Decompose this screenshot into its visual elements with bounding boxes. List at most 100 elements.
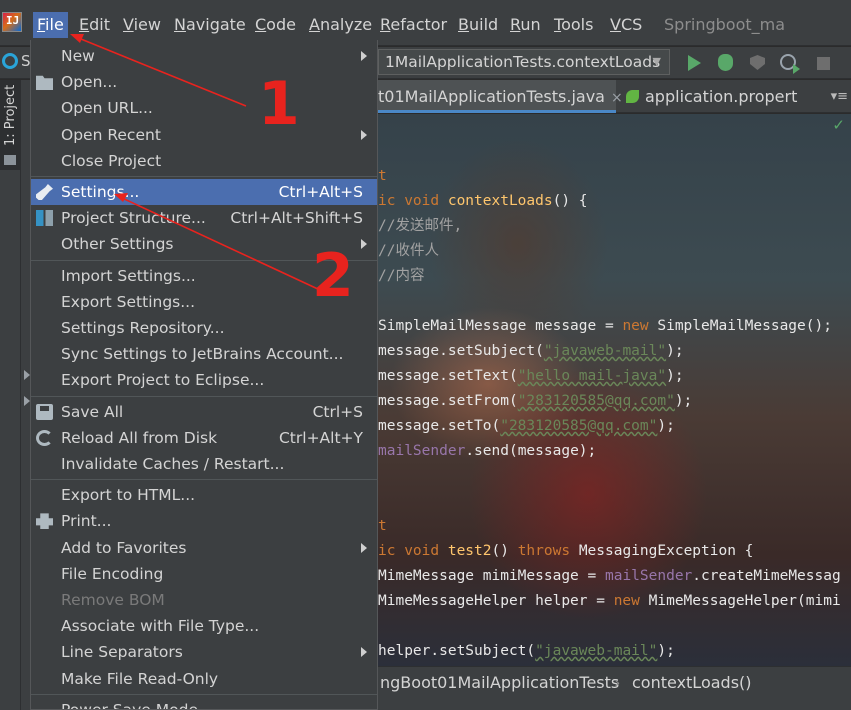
menu-item-label: File Encoding	[61, 564, 164, 583]
profiler-icon[interactable]	[780, 54, 800, 74]
code-token: () {	[552, 193, 588, 209]
file-menu-item-export-settings[interactable]: Export Settings...	[31, 289, 377, 315]
menu-separator	[31, 693, 377, 695]
submenu-arrow-icon	[361, 129, 367, 140]
breadcrumb-class[interactable]: ngBoot01MailApplicationTests	[380, 667, 619, 699]
menu-refactor[interactable]: Refactor	[376, 12, 451, 38]
menu-navigate[interactable]: Navigate	[170, 12, 250, 38]
code-token: SimpleMailMessage();	[657, 318, 832, 334]
code-token: t	[378, 168, 387, 184]
code-editor[interactable]: ✓ t ic void contextLoads() {//发送邮件, //收件人 /…	[378, 114, 851, 666]
menu-vcs[interactable]: VCS	[606, 12, 646, 38]
file-menu-item-print[interactable]: Print...	[31, 508, 377, 534]
menu-item-label: Reload All from Disk	[61, 428, 218, 447]
code-token: ic void	[378, 543, 448, 559]
code-line: MimeMessageHelper helper = new MimeMessa…	[378, 589, 841, 614]
menu-separator	[31, 176, 377, 177]
tab-mail-application-tests[interactable]: t01MailApplicationTests.java ×	[378, 80, 623, 113]
file-menu-item-open[interactable]: Open...	[31, 69, 377, 95]
code-token: SimpleMailMessage message =	[378, 318, 623, 334]
close-icon[interactable]: ×	[611, 90, 623, 106]
file-menu-item-close-project[interactable]: Close Project	[31, 148, 377, 174]
menu-item-label: Invalidate Caches / Restart...	[61, 455, 285, 473]
file-menu-item-export-project-to-eclipse[interactable]: Export Project to Eclipse...	[31, 367, 377, 393]
file-menu-item-other-settings[interactable]: Other Settings	[31, 231, 377, 257]
project-tab-label: 1: Project	[3, 84, 18, 146]
file-menu-item-make-file-read-only[interactable]: Make File Read-Only	[31, 666, 377, 692]
code-token: );	[666, 343, 684, 359]
code-token: //发送邮件,	[378, 218, 463, 234]
file-menu-item-new[interactable]: New	[31, 43, 377, 69]
menu-item-label: Project Structure...	[61, 209, 206, 228]
code-line: //发送邮件,	[378, 214, 462, 239]
code-token: "hello mail-java"	[517, 368, 667, 384]
menu-item-label: Open Recent	[61, 125, 161, 144]
window-title: Springboot_ma	[664, 15, 786, 34]
menu-item-label: Sync Settings to JetBrains Account...	[61, 345, 344, 364]
file-menu-item-power-save-mode[interactable]: Power Save Mode	[31, 697, 377, 710]
code-token: t	[378, 518, 387, 534]
code-token: message.setTo(	[378, 418, 501, 434]
file-menu-item-line-separators[interactable]: Line Separators	[31, 639, 377, 665]
menu-separator	[31, 259, 377, 261]
menu-view[interactable]: View	[119, 12, 165, 38]
menu-tools[interactable]: Tools	[550, 12, 597, 38]
file-menu-item-import-settings[interactable]: Import Settings...	[31, 263, 377, 289]
file-menu-item-reload-all-from-disk[interactable]: Reload All from Disk Ctrl+Alt+Y	[31, 425, 377, 451]
code-token: );	[657, 418, 675, 434]
code-token: "javaweb-mail"	[535, 643, 658, 659]
run-configuration-select[interactable]: 1MailApplicationTests.contextLoads ▼	[378, 49, 670, 75]
reload-icon	[36, 429, 53, 446]
file-menu-item-add-to-favorites[interactable]: Add to Favorites	[31, 535, 377, 561]
code-token: message.setFrom(	[378, 393, 518, 409]
breadcrumb-separator: ›	[614, 673, 621, 692]
coverage-icon[interactable]	[750, 55, 765, 70]
run-play-icon[interactable]	[688, 55, 701, 71]
code-line: message.setText("hello mail-java");	[378, 364, 684, 389]
file-menu-item-export-to-html[interactable]: Export to HTML...	[31, 482, 377, 508]
menu-item-label: Export to HTML...	[61, 486, 196, 505]
file-menu-item-open-url[interactable]: Open URL...	[31, 95, 377, 121]
menu-separator	[31, 479, 377, 481]
file-menu-item-associate-with-file-type[interactable]: Associate with File Type...	[31, 613, 377, 639]
code-token: throws	[517, 543, 579, 559]
code-token: );	[666, 368, 684, 384]
menu-run[interactable]: Run	[506, 12, 545, 38]
stop-icon[interactable]	[817, 57, 830, 70]
file-menu-item-project-structure[interactable]: Project Structure... Ctrl+Alt+Shift+S	[31, 205, 377, 231]
menu-analyze[interactable]: Analyze	[305, 12, 376, 38]
debug-bug-icon[interactable]	[718, 54, 733, 71]
menu-item-label: Remove BOM	[61, 591, 165, 609]
code-line: mailSender.send(message);	[378, 439, 596, 464]
file-menu-item-settings[interactable]: Settings... Ctrl+Alt+S	[31, 179, 377, 205]
code-line: message.setTo("283120585@qq.com");	[378, 414, 675, 439]
menu-code[interactable]: Code	[251, 12, 300, 38]
file-menu-item-sync-settings-to-jetbrains-account[interactable]: Sync Settings to JetBrains Account...	[31, 341, 377, 367]
menu-build[interactable]: Build	[454, 12, 502, 38]
file-menu-item-invalidate-caches-restart[interactable]: Invalidate Caches / Restart...	[31, 451, 377, 477]
file-menu-item-save-all[interactable]: Save All Ctrl+S	[31, 399, 377, 425]
code-token: //内容	[378, 268, 425, 284]
menu-item-label: Power Save Mode	[61, 700, 198, 710]
run-configuration-label: 1MailApplicationTests.contextLoads	[385, 53, 661, 71]
file-menu-item-settings-repository[interactable]: Settings Repository...	[31, 315, 377, 341]
menu-item-label: Close Project	[61, 151, 162, 170]
file-menu-dropdown: New Open... Open URL... Open Recent Close Pr…	[30, 40, 378, 710]
tab-label: application.propert	[645, 87, 798, 106]
menu-edit[interactable]: Edit	[75, 12, 114, 38]
code-token: MessagingException {	[578, 543, 754, 559]
tab-application-properties[interactable]: application.propert	[622, 80, 822, 113]
breadcrumb-method[interactable]: contextLoads()	[632, 667, 752, 699]
submenu-arrow-icon	[361, 647, 367, 658]
file-menu-item-open-recent[interactable]: Open Recent	[31, 122, 377, 148]
menu-separator	[31, 395, 377, 397]
code-line: ic void test2() throws MessagingExceptio…	[378, 539, 753, 564]
tabs-overflow-icon[interactable]: ▾≡	[831, 80, 848, 113]
file-menu-item-file-encoding[interactable]: File Encoding	[31, 561, 377, 587]
code-token: message.setText(	[378, 368, 518, 384]
menu-item-label: Settings Repository...	[61, 319, 225, 337]
menu-item-shortcut: Ctrl+Alt+Y	[278, 428, 363, 447]
project-folder-icon	[4, 155, 16, 165]
project-tool-tab[interactable]: 1: Project	[0, 80, 21, 170]
menu-file[interactable]: File	[33, 12, 68, 38]
